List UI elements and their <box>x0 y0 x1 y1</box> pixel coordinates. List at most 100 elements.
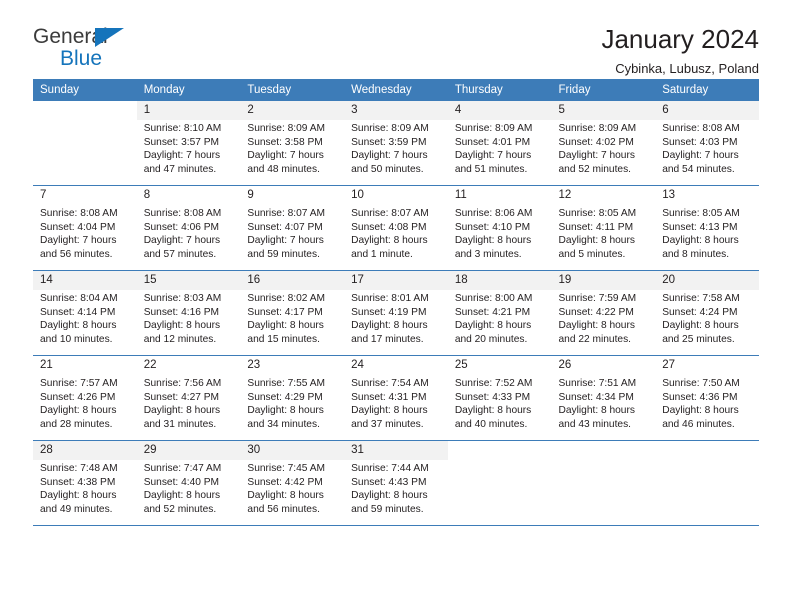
day-sun-info: Sunrise: 7:48 AM Sunset: 4:38 PM Daylight:… <box>33 460 137 516</box>
day-number: 27 <box>662 359 676 371</box>
calendar-cell-empty <box>551 440 656 526</box>
sunset-text: Sunset: 4:31 PM <box>351 391 427 403</box>
calendar-day-cell[interactable]: 16 Sunrise: 8:02 AM Sunset: 4:17 PM Dayligh… <box>240 270 345 356</box>
day-cell-inner: 28 Sunrise: 7:48 AM Sunset: 4:38 PM Dayligh… <box>33 441 137 525</box>
calendar-day-cell[interactable]: 1 Sunrise: 8:10 AM Sunset: 3:57 PM Daylight… <box>136 101 241 186</box>
sunset-text: Sunset: 4:06 PM <box>143 221 220 233</box>
daylight-1-text: Daylight: 7 hours <box>247 150 324 162</box>
daylight-1-text: Daylight: 8 hours <box>351 320 428 332</box>
day-sun-info: Sunrise: 7:47 AM Sunset: 4:40 PM Daylight:… <box>137 460 241 516</box>
calendar-day-cell[interactable]: 8 Sunrise: 8:08 AM Sunset: 4:06 PM Daylight… <box>136 185 241 271</box>
calendar-day-cell[interactable]: 21 Sunrise: 7:57 AM Sunset: 4:26 PM Dayligh… <box>33 355 137 441</box>
day-sun-info: Sunrise: 8:00 AM Sunset: 4:21 PM Daylight:… <box>448 290 552 346</box>
calendar-day-cell[interactable]: 28 Sunrise: 7:48 AM Sunset: 4:38 PM Dayligh… <box>33 440 137 526</box>
sunrise-text: Sunrise: 7:50 AM <box>662 378 740 389</box>
day-sun-info: Sunrise: 8:04 AM Sunset: 4:14 PM Daylight:… <box>33 290 137 346</box>
daylight-1-text: Daylight: 7 hours <box>662 150 739 162</box>
calendar-day-cell[interactable]: 22 Sunrise: 7:56 AM Sunset: 4:27 PM Dayligh… <box>136 355 241 441</box>
day-sun-info: Sunrise: 7:59 AM Sunset: 4:22 PM Daylight:… <box>552 290 656 346</box>
calendar-day-cell[interactable]: 27 Sunrise: 7:50 AM Sunset: 4:36 PM Dayligh… <box>655 355 759 441</box>
sunrise-text: Sunrise: 8:07 AM <box>247 208 325 219</box>
day-cell-inner: 10 Sunrise: 8:07 AM Sunset: 4:08 PM Dayligh… <box>344 186 448 270</box>
calendar-day-cell[interactable]: 12 Sunrise: 8:05 AM Sunset: 4:11 PM Dayligh… <box>551 185 656 271</box>
calendar-day-cell[interactable]: 7 Sunrise: 8:08 AM Sunset: 4:04 PM Daylight… <box>33 185 137 271</box>
calendar-day-cell[interactable]: 30 Sunrise: 7:45 AM Sunset: 4:42 PM Dayligh… <box>240 440 345 526</box>
calendar-day-cell[interactable]: 11 Sunrise: 8:06 AM Sunset: 4:10 PM Dayligh… <box>447 185 552 271</box>
day-cell-inner <box>33 101 137 185</box>
day-number: 17 <box>344 271 448 290</box>
day-sun-info: Sunrise: 8:08 AM Sunset: 4:04 PM Daylight:… <box>33 205 137 261</box>
sunrise-text: Sunrise: 8:10 AM <box>143 123 222 134</box>
day-cell-inner: 4 Sunrise: 8:09 AM Sunset: 4:01 PM Daylight… <box>447 101 552 185</box>
calendar-day-cell[interactable]: 19 Sunrise: 7:59 AM Sunset: 4:22 PM Dayligh… <box>551 270 656 356</box>
day-cell-inner: 29 Sunrise: 7:47 AM Sunset: 4:40 PM Dayligh… <box>136 441 241 525</box>
weekday-header-tuesday: Tuesday <box>240 79 345 101</box>
sunset-text: Sunset: 4:33 PM <box>454 391 531 403</box>
calendar-day-cell[interactable]: 3 Sunrise: 8:09 AM Sunset: 3:59 PM Daylight… <box>344 101 448 186</box>
calendar-day-cell[interactable]: 31 Sunrise: 7:44 AM Sunset: 4:43 PM Dayligh… <box>344 440 448 526</box>
calendar-day-cell[interactable]: 26 Sunrise: 7:51 AM Sunset: 4:34 PM Dayligh… <box>551 355 656 441</box>
calendar-day-cell[interactable]: 14 Sunrise: 8:04 AM Sunset: 4:14 PM Dayligh… <box>33 270 137 356</box>
sunrise-text: Sunrise: 7:47 AM <box>143 463 222 474</box>
calendar-day-cell[interactable]: 24 Sunrise: 7:54 AM Sunset: 4:31 PM Dayligh… <box>344 355 448 441</box>
sunrise-text: Sunrise: 7:54 AM <box>351 378 429 389</box>
sunrise-text: Sunrise: 7:56 AM <box>143 378 222 389</box>
daylight-2-text: and 12 minutes. <box>143 333 217 345</box>
calendar-week-row: 14 Sunrise: 8:04 AM Sunset: 4:14 PM Dayligh… <box>33 270 759 356</box>
weekday-header-friday: Friday <box>551 79 656 101</box>
calendar-day-cell[interactable]: 20 Sunrise: 7:58 AM Sunset: 4:24 PM Dayligh… <box>655 270 759 356</box>
sunset-text: Sunset: 4:38 PM <box>40 476 116 488</box>
day-cell-inner: 7 Sunrise: 8:08 AM Sunset: 4:04 PM Daylight… <box>33 186 137 270</box>
day-cell-inner: 31 Sunrise: 7:44 AM Sunset: 4:43 PM Dayligh… <box>344 441 448 525</box>
calendar-day-cell[interactable]: 6 Sunrise: 8:08 AM Sunset: 4:03 PM Daylight… <box>655 101 759 186</box>
generalblue-logo[interactable]: General Blue <box>33 26 143 72</box>
day-sun-info: Sunrise: 8:08 AM Sunset: 4:03 PM Daylight:… <box>655 120 759 176</box>
sunset-text: Sunset: 4:13 PM <box>662 221 738 233</box>
daylight-1-text: Daylight: 8 hours <box>247 490 324 502</box>
calendar-day-cell[interactable]: 5 Sunrise: 8:09 AM Sunset: 4:02 PM Daylight… <box>551 101 656 186</box>
day-number: 3 <box>344 101 448 120</box>
sunrise-text: Sunrise: 7:51 AM <box>558 378 637 389</box>
daylight-1-text: Daylight: 8 hours <box>143 405 221 417</box>
calendar-day-cell[interactable]: 15 Sunrise: 8:03 AM Sunset: 4:16 PM Dayligh… <box>136 270 241 356</box>
day-sun-info: Sunrise: 7:56 AM Sunset: 4:27 PM Daylight:… <box>137 375 241 431</box>
calendar-day-cell[interactable]: 10 Sunrise: 8:07 AM Sunset: 4:08 PM Dayligh… <box>344 185 448 271</box>
sunrise-text: Sunrise: 8:06 AM <box>454 208 533 219</box>
day-sun-info: Sunrise: 7:45 AM Sunset: 4:42 PM Daylight:… <box>240 460 344 516</box>
calendar-week-row: 1 Sunrise: 8:10 AM Sunset: 3:57 PM Daylight… <box>33 101 759 186</box>
day-number: 24 <box>351 359 364 371</box>
day-number: 21 <box>40 359 53 371</box>
daylight-2-text: and 56 minutes. <box>40 248 113 260</box>
daylight-2-text: and 43 minutes. <box>558 418 632 430</box>
calendar-day-cell[interactable]: 23 Sunrise: 7:55 AM Sunset: 4:29 PM Dayligh… <box>240 355 345 441</box>
day-sun-info: Sunrise: 7:52 AM Sunset: 4:33 PM Daylight:… <box>448 375 552 431</box>
daylight-2-text: and 25 minutes. <box>662 333 735 345</box>
calendar-day-cell[interactable]: 2 Sunrise: 8:09 AM Sunset: 3:58 PM Daylight… <box>240 101 345 186</box>
calendar-week-row: 7 Sunrise: 8:08 AM Sunset: 4:04 PM Daylight… <box>33 185 759 271</box>
calendar-day-cell[interactable]: 9 Sunrise: 8:07 AM Sunset: 4:07 PM Daylight… <box>240 185 345 271</box>
sunrise-text: Sunrise: 8:08 AM <box>662 123 740 134</box>
calendar-cell-empty <box>33 101 137 186</box>
day-sun-info: Sunrise: 7:57 AM Sunset: 4:26 PM Daylight:… <box>33 375 137 431</box>
day-number: 8 <box>143 189 151 201</box>
day-number: 2 <box>240 101 345 120</box>
daylight-2-text: and 31 minutes. <box>143 418 217 430</box>
day-sun-info: Sunrise: 8:02 AM Sunset: 4:17 PM Daylight:… <box>240 290 344 346</box>
daylight-2-text: and 1 minute. <box>351 248 413 260</box>
calendar-day-cell[interactable]: 17 Sunrise: 8:01 AM Sunset: 4:19 PM Dayligh… <box>344 270 448 356</box>
sunset-text: Sunset: 4:42 PM <box>247 476 323 488</box>
calendar-day-cell[interactable]: 4 Sunrise: 8:09 AM Sunset: 4:01 PM Daylight… <box>447 101 552 186</box>
daylight-1-text: Daylight: 8 hours <box>662 235 739 247</box>
calendar-day-cell[interactable]: 25 Sunrise: 7:52 AM Sunset: 4:33 PM Dayligh… <box>447 355 552 441</box>
daylight-2-text: and 49 minutes. <box>40 503 113 515</box>
calendar-day-cell[interactable]: 13 Sunrise: 8:05 AM Sunset: 4:13 PM Dayligh… <box>655 185 759 271</box>
page-title: January 2024 <box>601 24 759 54</box>
calendar-day-cell[interactable]: 18 Sunrise: 8:00 AM Sunset: 4:21 PM Dayligh… <box>447 270 552 356</box>
day-number: 29 <box>136 441 241 460</box>
day-number: 12 <box>558 189 572 201</box>
calendar-day-cell[interactable]: 29 Sunrise: 7:47 AM Sunset: 4:40 PM Dayligh… <box>136 440 241 526</box>
daylight-2-text: and 47 minutes. <box>143 163 217 175</box>
sunset-text: Sunset: 4:17 PM <box>247 306 323 318</box>
sunrise-text: Sunrise: 8:09 AM <box>454 123 533 134</box>
sunset-text: Sunset: 4:02 PM <box>558 136 634 148</box>
